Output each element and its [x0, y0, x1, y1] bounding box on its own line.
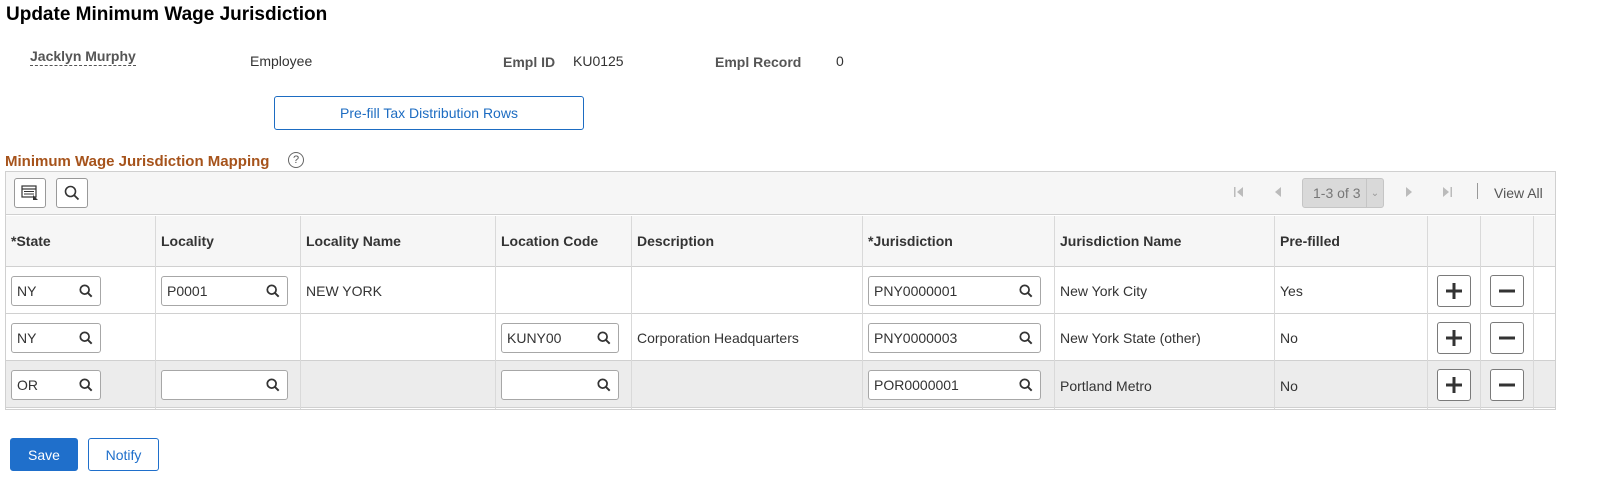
jurisdiction-value: PNY0000001 [874, 283, 958, 299]
toolbar-divider [1477, 183, 1478, 199]
view-all-link[interactable]: View All [1494, 185, 1543, 201]
state-value: NY [17, 283, 37, 299]
jurisdiction-value: PNY0000003 [874, 330, 958, 346]
grid-find-button[interactable] [56, 178, 88, 208]
state-value: OR [17, 377, 38, 393]
next-page-icon[interactable] [1401, 184, 1417, 200]
page-title: Update Minimum Wage Jurisdiction [6, 4, 328, 25]
column-header-jurisdiction-name: Jurisdiction Name [1060, 233, 1182, 249]
column-header-location-code: Location Code [501, 233, 599, 249]
notify-button[interactable]: Notify [88, 438, 159, 471]
column-divider [1054, 216, 1055, 409]
add-row-icon [1446, 330, 1462, 346]
first-page-icon[interactable] [1231, 184, 1247, 200]
grid-personalize-button[interactable] [14, 178, 46, 208]
save-button[interactable]: Save [10, 438, 78, 471]
search-icon[interactable] [266, 284, 280, 298]
column-divider [862, 216, 863, 409]
column-header-locality-name: Locality Name [306, 233, 401, 249]
search-icon[interactable] [79, 331, 93, 345]
search-icon[interactable] [1019, 378, 1033, 392]
search-icon[interactable] [79, 284, 93, 298]
locality-input[interactable]: P0001 [161, 276, 288, 306]
locality-name: NEW YORK [306, 283, 382, 299]
column-divider [631, 216, 632, 409]
prefilled-value: No [1280, 330, 1298, 346]
column-header-state: *State [11, 233, 51, 249]
column-divider [495, 216, 496, 409]
prefill-tax-distribution-button[interactable]: Pre-fill Tax Distribution Rows [274, 96, 584, 130]
column-header-description: Description [637, 233, 715, 249]
prefilled-value: No [1280, 378, 1298, 394]
chevron-down-icon: ⌄ [1366, 179, 1383, 207]
add-row-button[interactable] [1437, 322, 1471, 354]
column-header-prefilled: Pre-filled [1280, 233, 1340, 249]
column-header-jurisdiction: *Jurisdiction [868, 233, 953, 249]
section-title: Minimum Wage Jurisdiction Mapping [5, 153, 270, 170]
search-icon [64, 185, 80, 201]
state-input[interactable]: OR [11, 370, 101, 400]
row-pager-dropdown[interactable]: 1-3 of 3 ⌄ [1302, 178, 1384, 208]
help-icon[interactable]: ? [288, 152, 304, 168]
location-code-input[interactable]: KUNY00 [501, 323, 619, 353]
column-divider [1480, 216, 1481, 409]
description: Corporation Headquarters [637, 330, 799, 346]
empl-id-value: KU0125 [573, 53, 624, 69]
locality-input[interactable] [161, 370, 288, 400]
column-divider [300, 216, 301, 409]
delete-row-button[interactable] [1490, 275, 1524, 307]
jurisdiction-input[interactable]: POR0000001 [868, 370, 1041, 400]
grid-personalize-icon [21, 185, 38, 200]
state-input[interactable]: NY [11, 323, 101, 353]
state-value: NY [17, 330, 37, 346]
location-code-input[interactable] [501, 370, 619, 400]
column-divider [155, 216, 156, 409]
delete-row-icon [1499, 336, 1515, 340]
empl-record-label: Empl Record [715, 54, 802, 70]
location-code-value: KUNY00 [507, 330, 562, 346]
column-divider [1533, 216, 1534, 409]
column-header-locality: Locality [161, 233, 214, 249]
jurisdiction-input[interactable]: PNY0000003 [868, 323, 1041, 353]
column-divider [1427, 216, 1428, 409]
employee-type: Employee [250, 53, 313, 69]
column-divider [1274, 216, 1275, 409]
empl-id-label: Empl ID [503, 54, 556, 70]
add-row-button[interactable] [1437, 275, 1471, 307]
last-page-icon[interactable] [1439, 184, 1455, 200]
delete-row-button[interactable] [1490, 369, 1524, 401]
search-icon[interactable] [597, 378, 611, 392]
employee-name-link[interactable]: Jacklyn Murphy [30, 48, 136, 66]
jurisdiction-value: POR0000001 [874, 377, 959, 393]
jurisdiction-input[interactable]: PNY0000001 [868, 276, 1041, 306]
search-icon[interactable] [1019, 331, 1033, 345]
previous-page-icon[interactable] [1270, 184, 1286, 200]
pager-text: 1-3 of 3 [1313, 185, 1361, 201]
jurisdiction-name: New York State (other) [1060, 330, 1201, 346]
jurisdiction-name: Portland Metro [1060, 378, 1152, 394]
locality-value: P0001 [167, 283, 208, 299]
add-row-icon [1446, 377, 1462, 393]
delete-row-icon [1499, 289, 1515, 293]
search-icon[interactable] [79, 378, 93, 392]
search-icon[interactable] [266, 378, 280, 392]
empl-record-value: 0 [836, 53, 844, 69]
add-row-icon [1446, 283, 1462, 299]
delete-row-button[interactable] [1490, 322, 1524, 354]
jurisdiction-name: New York City [1060, 283, 1148, 299]
state-input[interactable]: NY [11, 276, 101, 306]
delete-row-icon [1499, 383, 1515, 387]
add-row-button[interactable] [1437, 369, 1471, 401]
prefilled-value: Yes [1280, 283, 1303, 299]
search-icon[interactable] [1019, 284, 1033, 298]
search-icon[interactable] [597, 331, 611, 345]
